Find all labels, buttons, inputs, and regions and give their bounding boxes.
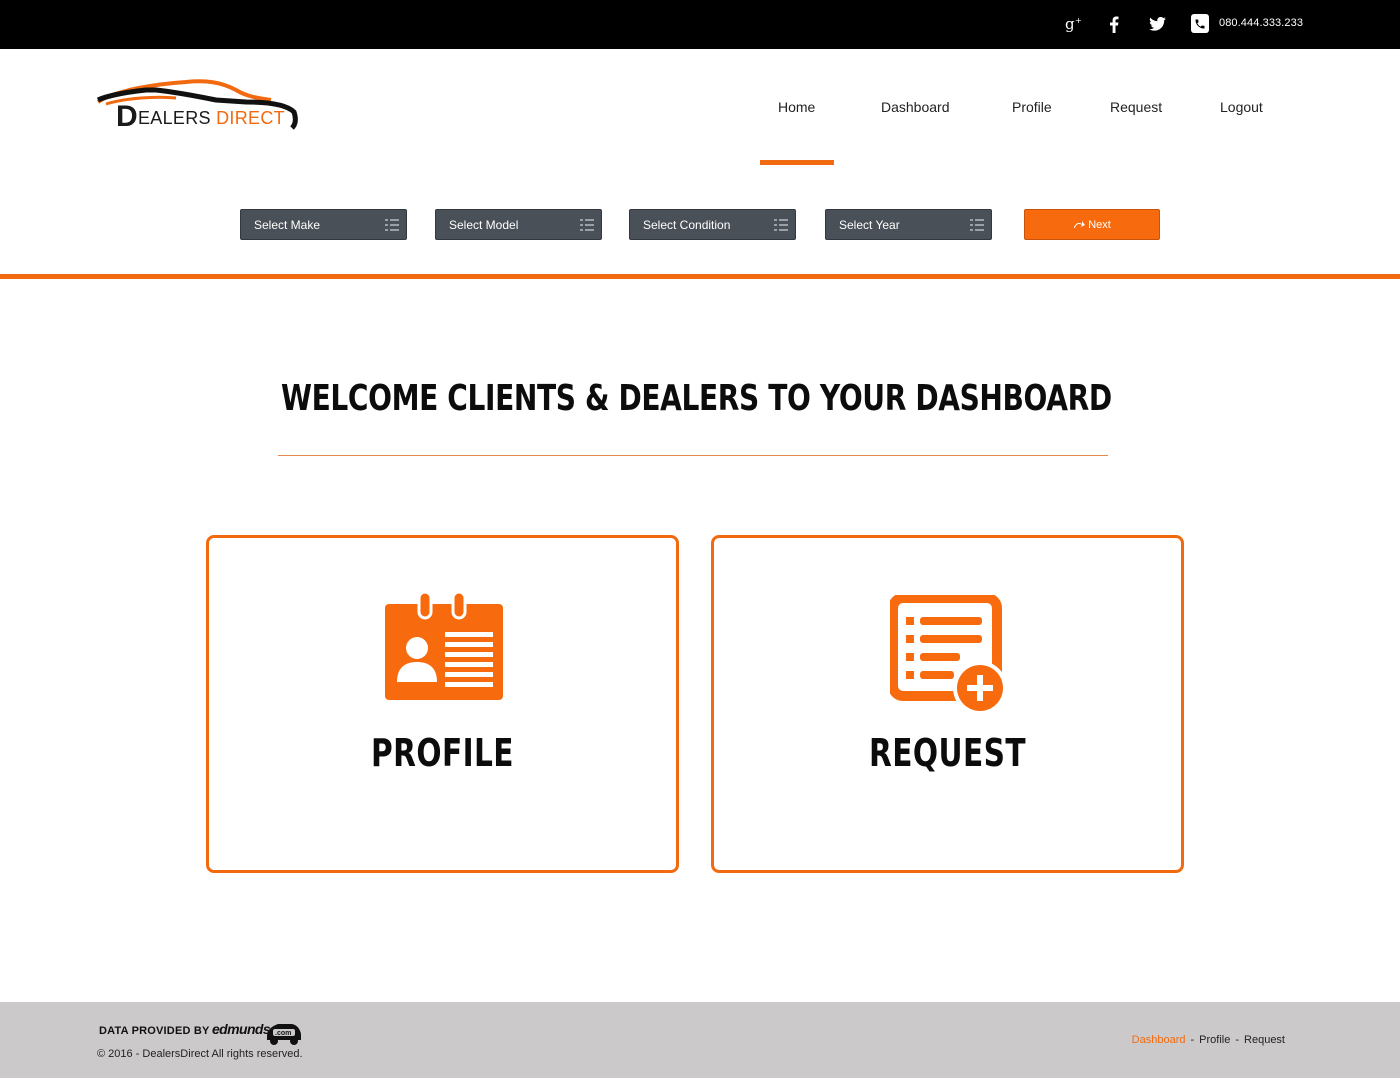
- google-plus-icon[interactable]: g +: [1062, 12, 1086, 36]
- title-underline: [278, 455, 1108, 456]
- edmunds-logo-text: edmunds: [212, 1021, 271, 1037]
- select-condition-label: Select Condition: [643, 218, 731, 232]
- list-icon: [580, 219, 594, 231]
- select-make-label: Select Make: [254, 218, 321, 232]
- logo-wordmark: DEALERS DIRECT: [116, 100, 285, 134]
- footer-link-dashboard[interactable]: Dashboard: [1132, 1034, 1186, 1046]
- next-button-label: Next: [1088, 218, 1111, 231]
- logo-text-direct: DIRECT: [216, 108, 285, 128]
- footer: DATA PROVIDED BY edmunds .com © 2016 - D…: [0, 1002, 1400, 1078]
- nav-home[interactable]: Home: [778, 99, 815, 119]
- page-title: WELCOME CLIENTS & DEALERS TO YOUR DASHBO…: [281, 378, 1112, 419]
- select-make[interactable]: Select Make: [240, 209, 407, 240]
- svg-text:+: +: [1075, 16, 1082, 25]
- profile-card-label: PROFILE: [371, 731, 514, 775]
- twitter-icon[interactable]: [1145, 12, 1169, 36]
- request-card[interactable]: REQUEST: [711, 535, 1184, 873]
- header-divider: [0, 274, 1400, 279]
- select-condition[interactable]: Select Condition: [629, 209, 796, 240]
- nav-active-indicator: [760, 160, 834, 165]
- logo-letter-d: D: [116, 100, 138, 133]
- list-icon: [385, 219, 399, 231]
- select-year[interactable]: Select Year: [825, 209, 992, 240]
- request-add-icon: [890, 595, 1007, 715]
- next-button[interactable]: Next: [1024, 209, 1160, 240]
- nav-logout[interactable]: Logout: [1220, 99, 1263, 119]
- nav-request[interactable]: Request: [1110, 99, 1162, 119]
- select-year-label: Select Year: [839, 218, 900, 232]
- redo-arrow-icon: [1074, 220, 1086, 228]
- profile-card[interactable]: PROFILE: [206, 535, 679, 873]
- footer-link-profile[interactable]: Profile: [1199, 1034, 1230, 1046]
- top-bar: g + 080.444.333.233: [0, 0, 1400, 49]
- nav-dashboard[interactable]: Dashboard: [881, 99, 950, 119]
- logo-text-ealers: EALERS: [137, 108, 211, 128]
- footer-link-request[interactable]: Request: [1244, 1034, 1285, 1046]
- nav-profile[interactable]: Profile: [1012, 99, 1052, 119]
- separator: -: [1235, 1034, 1240, 1046]
- phone-number: 080.444.333.233: [1219, 17, 1304, 29]
- request-card-label: REQUEST: [869, 731, 1026, 775]
- footer-links: Dashboard - Profile - Request: [1132, 1034, 1285, 1046]
- dealers-direct-logo[interactable]: DEALERS DIRECT: [96, 76, 300, 140]
- edmunds-logo[interactable]: edmunds .com: [212, 1018, 304, 1046]
- car-icon: .com: [267, 1024, 301, 1045]
- select-model[interactable]: Select Model: [435, 209, 602, 240]
- list-icon: [970, 219, 984, 231]
- data-provided-label: DATA PROVIDED BY: [99, 1025, 210, 1037]
- phone-icon: [1191, 14, 1209, 33]
- select-model-label: Select Model: [449, 218, 519, 232]
- edmunds-com-text: .com: [275, 1030, 291, 1037]
- profile-card-icon: [385, 590, 503, 700]
- facebook-icon[interactable]: [1102, 12, 1126, 36]
- copyright: © 2016 - DealersDirect All rights reserv…: [97, 1048, 303, 1060]
- svg-text:g: g: [1065, 16, 1075, 32]
- list-icon: [774, 219, 788, 231]
- separator: -: [1190, 1034, 1195, 1046]
